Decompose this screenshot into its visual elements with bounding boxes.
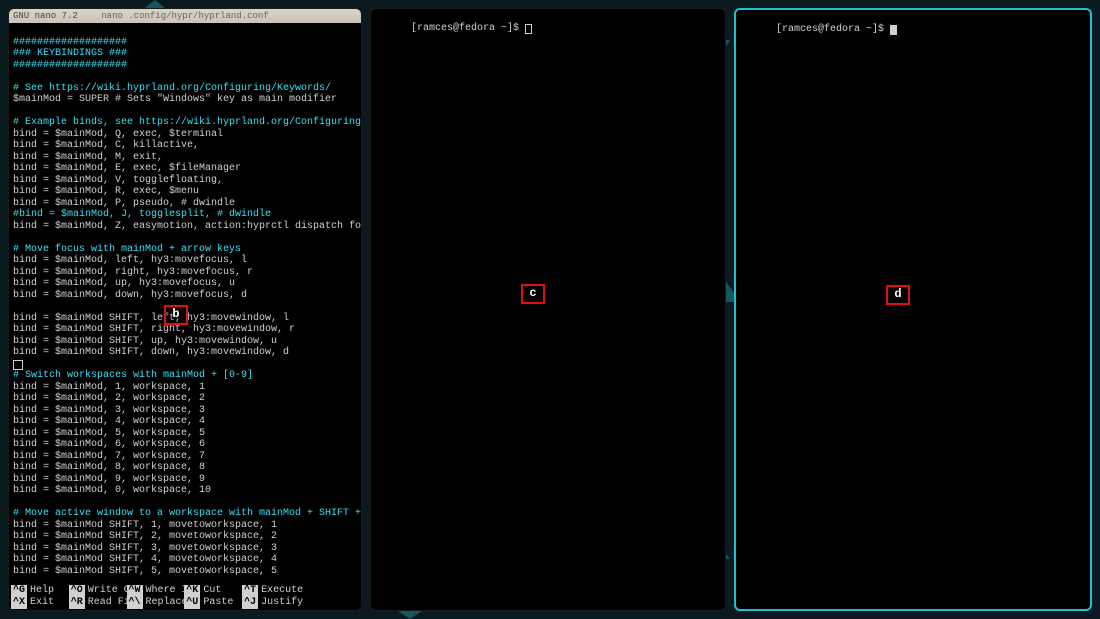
comment-line: # Switch workspaces with mainMod + [0-9]: [13, 370, 253, 381]
marker-b: b: [164, 305, 188, 325]
config-line: bind = $mainMod, 5, workspace, 5: [13, 428, 205, 439]
marker-c: c: [521, 284, 545, 304]
config-line: bind = $mainMod, 3, workspace, 3: [13, 405, 205, 416]
footer-readfile[interactable]: ^RRead File: [69, 597, 127, 609]
config-line: bind = $mainMod, left, hy3:movefocus, l: [13, 255, 247, 266]
config-line: $mainMod = SUPER # Sets "Windows" key as…: [13, 94, 337, 105]
decor-line: ###################: [13, 37, 127, 48]
config-line: bind = $mainMod SHIFT, 3, movetoworkspac…: [13, 543, 277, 554]
config-line: bind = $mainMod, down, hy3:movefocus, d: [13, 290, 247, 301]
editor-body[interactable]: ################### ### KEYBINDINGS ### …: [9, 23, 361, 610]
nano-version: GNU nano 7.2: [13, 11, 78, 21]
config-line: bind = $mainMod SHIFT, up, hy3:movewindo…: [13, 336, 277, 347]
footer-replace[interactable]: ^\Replace: [127, 597, 185, 609]
config-line: bind = $mainMod SHIFT, 5, movetoworkspac…: [13, 566, 277, 577]
terminal-body-right[interactable]: [ramces@fedora ~]$ d: [736, 10, 1090, 609]
footer-cut[interactable]: ^KCut: [184, 585, 242, 597]
titlebar: GNU nano 7.2 nano .config/hypr/hyprland.…: [9, 9, 361, 23]
prompt: [ramces@fedora ~]$: [411, 23, 525, 34]
terminal-right-active[interactable]: [ramces@fedora ~]$ d: [734, 8, 1092, 611]
config-line: bind = $mainMod, 8, workspace, 8: [13, 462, 205, 473]
config-line: bind = $mainMod SHIFT, left, hy3:movewin…: [13, 313, 289, 324]
comment-line: # See https://wiki.hyprland.org/Configur…: [13, 83, 331, 94]
config-line: bind = $mainMod SHIFT, down, hy3:movewin…: [13, 347, 289, 358]
cursor: [13, 360, 23, 370]
config-line: bind = $mainMod, P, pseudo, # dwindle: [13, 198, 235, 209]
commented-config-line: #bind = $mainMod, J, togglesplit, # dwin…: [13, 209, 271, 220]
decor-line: ### KEYBINDINGS ###: [13, 48, 127, 59]
decor-line: ###################: [13, 60, 127, 71]
config-line: bind = $mainMod, 0, workspace, 10: [13, 485, 211, 496]
config-line: bind = $mainMod SHIFT, 1, movetoworkspac…: [13, 520, 277, 531]
comment-line: # Move active window to a workspace with…: [13, 508, 361, 519]
footer-paste[interactable]: ^UPaste: [184, 597, 242, 609]
window-title: nano .config/hypr/hyprland.conf: [101, 11, 268, 21]
config-line: bind = $mainMod, 6, workspace, 6: [13, 439, 205, 450]
prompt: [ramces@fedora ~]$: [776, 24, 890, 35]
config-line: bind = $mainMod SHIFT, 4, movetoworkspac…: [13, 554, 277, 565]
config-line: bind = $mainMod SHIFT, 2, movetoworkspac…: [13, 531, 277, 542]
marker-d: d: [886, 285, 910, 305]
config-line: bind = $mainMod, 4, workspace, 4: [13, 416, 205, 427]
workspace: GNU nano 7.2 nano .config/hypr/hyprland.…: [0, 0, 1100, 619]
config-line: bind = $mainMod, 9, workspace, 9: [13, 474, 205, 485]
footer-writeout[interactable]: ^OWrite Out: [69, 585, 127, 597]
footer-whereis[interactable]: ^WWhere Is: [127, 585, 185, 597]
terminal-nano[interactable]: GNU nano 7.2 nano .config/hypr/hyprland.…: [8, 8, 362, 611]
footer-justify[interactable]: ^JJustify: [242, 597, 300, 609]
footer-exit[interactable]: ^XExit: [11, 597, 69, 609]
config-line: bind = $mainMod, V, togglefloating,: [13, 175, 223, 186]
cursor: [890, 25, 897, 35]
config-line: bind = $mainMod, right, hy3:movefocus, r: [13, 267, 253, 278]
config-line: bind = $mainMod SHIFT, right, hy3:movewi…: [13, 324, 295, 335]
config-line: bind = $mainMod, Q, exec, $terminal: [13, 129, 223, 140]
config-line: bind = $mainMod, M, exit,: [13, 152, 163, 163]
footer-help[interactable]: ^GHelp: [11, 585, 69, 597]
cursor: [525, 24, 532, 34]
nano-footer: ^GHelp ^OWrite Out ^WWhere Is ^KCut ^TEx…: [9, 584, 361, 610]
config-line: bind = $mainMod, R, exec, $menu: [13, 186, 199, 197]
config-line: bind = $mainMod, up, hy3:movefocus, u: [13, 278, 235, 289]
config-line: bind = $mainMod, 2, workspace, 2: [13, 393, 205, 404]
comment-line: # Example binds, see https://wiki.hyprla…: [13, 117, 361, 128]
config-line: bind = $mainMod, 7, workspace, 7: [13, 451, 205, 462]
config-line: bind = $mainMod, C, killactive,: [13, 140, 199, 151]
comment-line: # Move focus with mainMod + arrow keys: [13, 244, 241, 255]
config-line: bind = $mainMod, Z, easymotion, action:h…: [13, 221, 361, 232]
footer-execute[interactable]: ^TExecute: [242, 585, 300, 597]
terminal-center[interactable]: [ramces@fedora ~]$ c: [370, 8, 726, 611]
config-line: bind = $mainMod, E, exec, $fileManager: [13, 163, 241, 174]
config-line: bind = $mainMod, 1, workspace, 1: [13, 382, 205, 393]
terminal-body-center[interactable]: [ramces@fedora ~]$ c: [371, 9, 725, 610]
